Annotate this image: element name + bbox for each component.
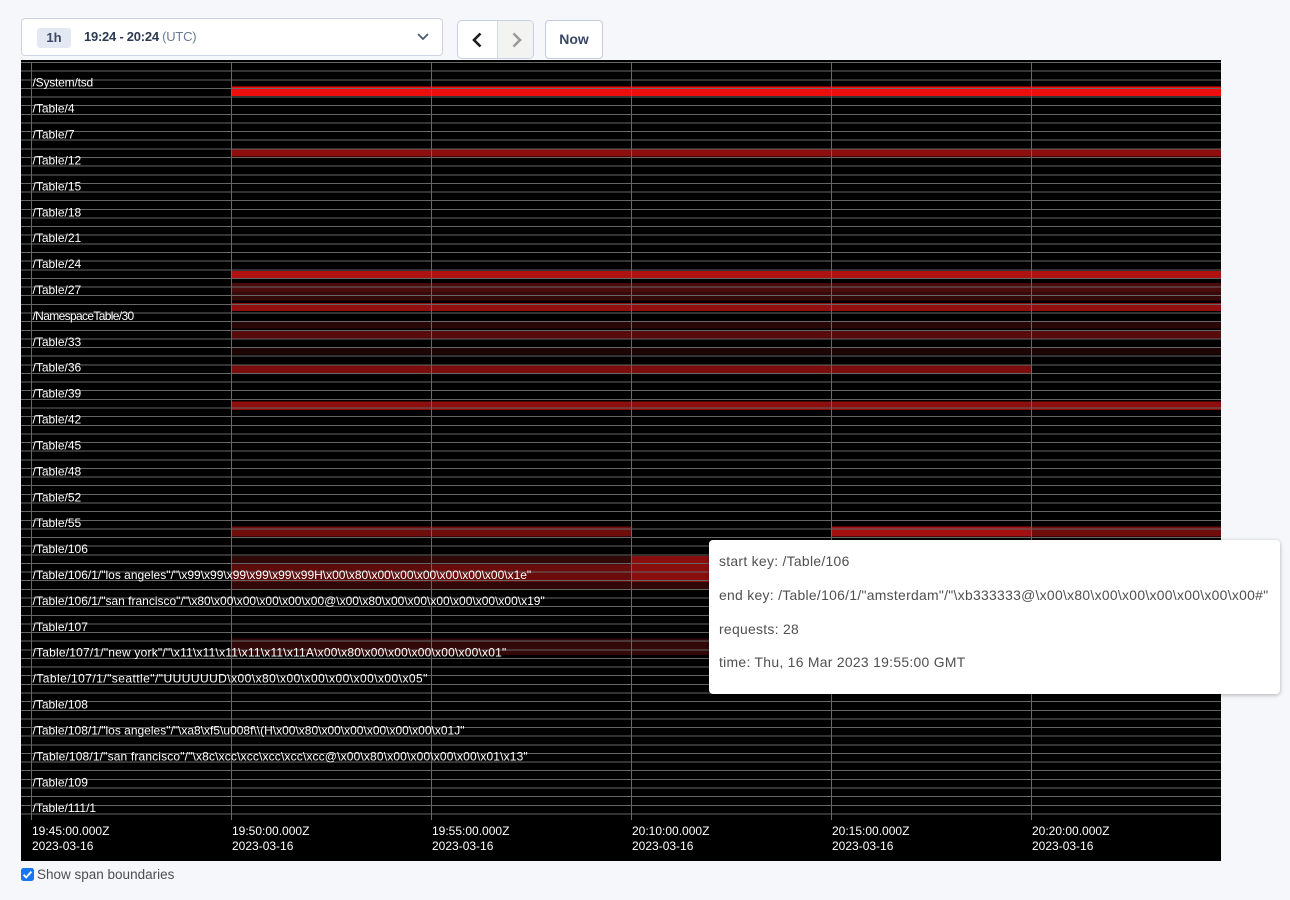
svg-text:/Table/33: /Table/33 bbox=[33, 335, 82, 349]
svg-text:/Table/42: /Table/42 bbox=[33, 413, 82, 427]
svg-text:/Table/106: /Table/106 bbox=[33, 542, 89, 556]
svg-text:/System/tsd: /System/tsd bbox=[33, 76, 93, 90]
svg-text:/Table/108/1/"san francisco"/": /Table/108/1/"san francisco"/"\x8c\xcc\x… bbox=[33, 749, 528, 763]
svg-text:/Table/111/1: /Table/111/1 bbox=[33, 801, 97, 815]
svg-text:2023-03-16: 2023-03-16 bbox=[832, 839, 894, 853]
svg-text:/Table/107/1/"seattle"/"UUUUUU: /Table/107/1/"seattle"/"UUUUUUD\x00\x80\… bbox=[33, 672, 428, 686]
svg-text:2023-03-16: 2023-03-16 bbox=[432, 839, 494, 853]
svg-text:/Table/108/1/"los angeles"/"\x: /Table/108/1/"los angeles"/"\xa8\xf5\u00… bbox=[33, 723, 465, 737]
svg-text:/Table/106/1/"los angeles"/"\x: /Table/106/1/"los angeles"/"\x99\x99\x99… bbox=[33, 568, 532, 582]
svg-text:/Table/107/1/"new york"/"\x11\: /Table/107/1/"new york"/"\x11\x11\x11\x1… bbox=[33, 646, 507, 660]
svg-text:/Table/108: /Table/108 bbox=[33, 698, 89, 712]
svg-text:/Table/39: /Table/39 bbox=[33, 387, 82, 401]
svg-text:/Table/12: /Table/12 bbox=[33, 153, 82, 167]
svg-text:2023-03-16: 2023-03-16 bbox=[32, 839, 94, 853]
svg-text:20:10:00.000Z: 20:10:00.000Z bbox=[632, 824, 709, 838]
svg-text:2023-03-16: 2023-03-16 bbox=[632, 839, 694, 853]
svg-text:2023-03-16: 2023-03-16 bbox=[1032, 839, 1094, 853]
svg-text:20:20:00.000Z: 20:20:00.000Z bbox=[1032, 824, 1109, 838]
svg-text:/Table/21: /Table/21 bbox=[33, 231, 82, 245]
svg-text:/Table/52: /Table/52 bbox=[33, 490, 82, 504]
svg-text:19:50:00.000Z: 19:50:00.000Z bbox=[232, 824, 309, 838]
svg-text:19:55:00.000Z: 19:55:00.000Z bbox=[432, 824, 509, 838]
svg-text:/Table/27: /Table/27 bbox=[33, 283, 82, 297]
svg-text:/Table/18: /Table/18 bbox=[33, 205, 82, 219]
svg-text:/Table/4: /Table/4 bbox=[33, 102, 75, 116]
svg-text:/NamespaceTable/30: /NamespaceTable/30 bbox=[33, 309, 135, 323]
svg-text:/Table/107: /Table/107 bbox=[33, 620, 89, 634]
svg-text:/Table/55: /Table/55 bbox=[33, 516, 82, 530]
svg-text:/Table/36: /Table/36 bbox=[33, 361, 82, 375]
svg-text:20:15:00.000Z: 20:15:00.000Z bbox=[832, 824, 909, 838]
svg-text:/Table/7: /Table/7 bbox=[33, 128, 75, 142]
svg-text:/Table/48: /Table/48 bbox=[33, 464, 82, 478]
svg-text:/Table/15: /Table/15 bbox=[33, 179, 82, 193]
svg-text:/Table/106/1/"san francisco"/": /Table/106/1/"san francisco"/"\x80\x00\x… bbox=[33, 594, 545, 608]
svg-text:/Table/109: /Table/109 bbox=[33, 775, 89, 789]
svg-text:2023-03-16: 2023-03-16 bbox=[232, 839, 294, 853]
svg-text:19:45:00.000Z: 19:45:00.000Z bbox=[32, 824, 109, 838]
svg-text:/Table/45: /Table/45 bbox=[33, 438, 82, 452]
svg-text:/Table/24: /Table/24 bbox=[33, 257, 82, 271]
